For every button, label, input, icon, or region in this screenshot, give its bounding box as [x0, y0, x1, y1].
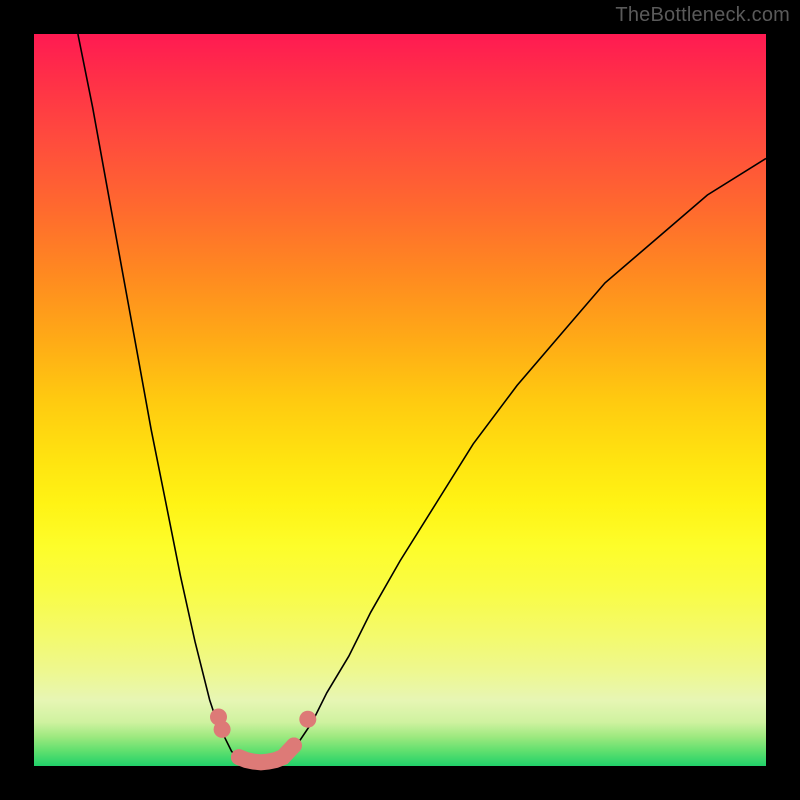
- marker-dot: [286, 738, 302, 754]
- marker-dot: [231, 749, 247, 765]
- line-left-branch: [78, 34, 239, 759]
- marker-group: [210, 709, 316, 766]
- line-right-branch: [283, 158, 766, 758]
- curve-svg: [34, 34, 766, 766]
- plot-area: [34, 34, 766, 766]
- marker-necklace: [239, 746, 294, 763]
- chart-frame: TheBottleneck.com: [0, 0, 800, 800]
- watermark-text: TheBottleneck.com: [615, 4, 790, 27]
- marker-dot: [214, 721, 231, 738]
- marker-dot: [299, 711, 316, 728]
